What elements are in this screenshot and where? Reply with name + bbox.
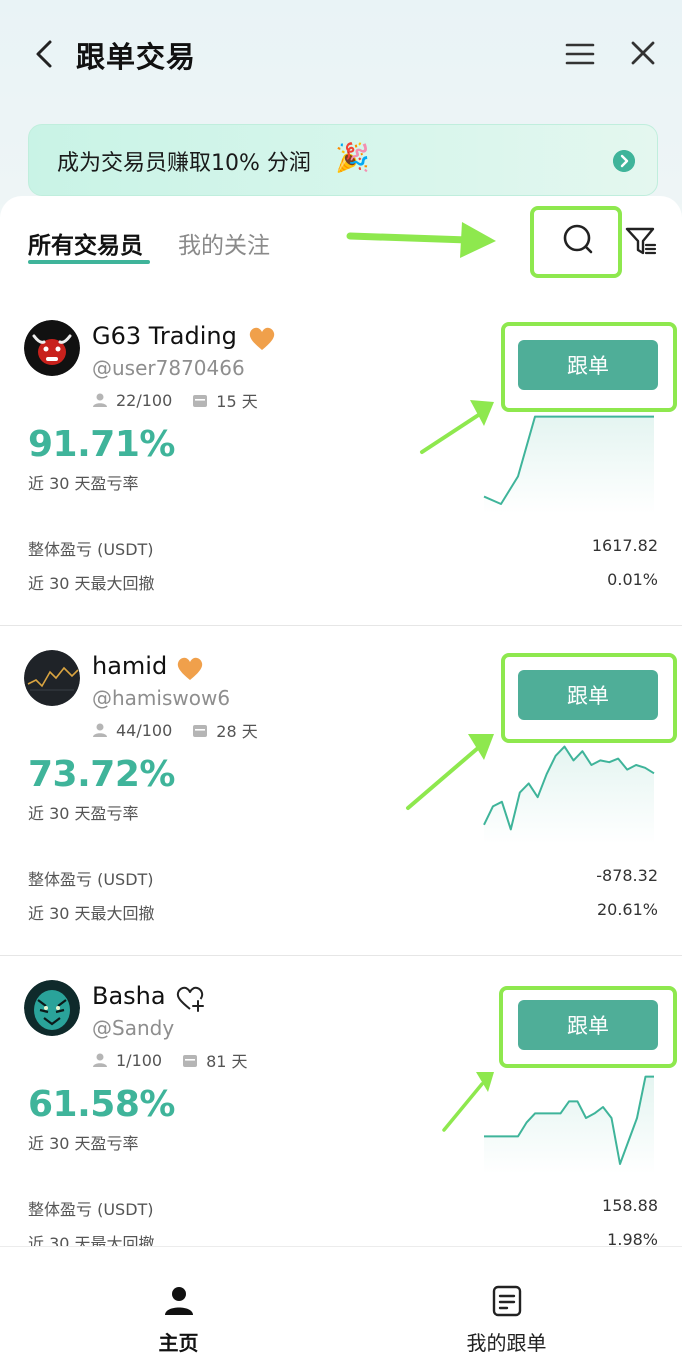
document-icon (492, 1285, 521, 1317)
total-pnl-label: 整体盈亏 (USDT) (28, 1200, 154, 1219)
promo-text: 成为交易员赚取10% 分润 (57, 151, 311, 176)
sparkline-area (484, 746, 654, 844)
trader-card: G63 Trading @user7870466 22/100 15 天 91.… (0, 296, 682, 626)
trader-name[interactable]: G63 Trading (92, 322, 237, 350)
max-drawdown-value: 0.01% (607, 570, 658, 589)
trader-meta: 44/100 28 天 (92, 718, 258, 742)
roi-label: 近 30 天盈亏率 (28, 474, 139, 493)
heart-filled-icon[interactable] (176, 656, 204, 682)
follow-button[interactable]: 跟单 (518, 340, 658, 390)
trader-card: hamid @hamiswow6 44/100 28 天 73.72% 近 30… (0, 626, 682, 956)
trader-handle: @Sandy (92, 1016, 175, 1040)
total-pnl-label: 整体盈亏 (USDT) (28, 870, 154, 889)
max-drawdown-label: 近 30 天最大回撤 (28, 904, 155, 923)
total-pnl-value: -878.32 (596, 866, 658, 885)
bottom-nav: 主页 我的跟单 (0, 1246, 682, 1362)
close-icon[interactable] (628, 38, 658, 68)
trader-avatar[interactable] (24, 980, 80, 1036)
trader-meta: 1/100 81 天 (92, 1048, 248, 1072)
user-icon (93, 1053, 107, 1067)
user-icon (93, 393, 107, 407)
trading-days: 15 天 (216, 392, 258, 411)
max-drawdown-value: 20.61% (596, 900, 658, 919)
sparkline-area (484, 1076, 654, 1174)
follower-count: 44/100 (116, 720, 173, 740)
nav-my-copy-trades-label: 我的跟单 (466, 1331, 547, 1355)
follow-button[interactable]: 跟单 (518, 1000, 658, 1050)
heart-filled-icon[interactable] (248, 326, 276, 352)
promo-banner[interactable]: 成为交易员赚取10% 分润 🎉 (28, 124, 658, 196)
roi-value: 91.71% (28, 424, 175, 465)
follower-count: 1/100 (116, 1050, 163, 1070)
pnl-sparkline (483, 415, 654, 514)
trader-name[interactable]: Basha (92, 982, 166, 1010)
tab-my-follows[interactable]: 我的关注 (178, 226, 270, 260)
trader-avatar[interactable] (24, 320, 80, 376)
follow-button[interactable]: 跟单 (518, 670, 658, 720)
total-pnl-value: 158.88 (602, 1196, 658, 1215)
roi-value: 61.58% (28, 1084, 175, 1125)
search-icon[interactable] (560, 222, 596, 258)
follower-count: 22/100 (116, 390, 173, 410)
trader-name[interactable]: hamid (92, 652, 167, 680)
active-tab-indicator (28, 260, 150, 264)
calendar-icon (193, 725, 208, 737)
total-pnl-value: 1617.82 (591, 536, 658, 555)
trader-avatar[interactable] (24, 650, 80, 706)
max-drawdown-label: 近 30 天最大回撤 (28, 574, 155, 593)
roi-label: 近 30 天盈亏率 (28, 804, 139, 823)
trader-meta: 22/100 15 天 (92, 388, 258, 412)
person-icon (164, 1287, 193, 1315)
menu-icon[interactable] (564, 38, 596, 70)
pnl-sparkline (483, 745, 655, 844)
trader-card: Basha @Sandy 1/100 81 天 61.58% 近 30 天盈亏率… (0, 956, 682, 1286)
trading-days: 28 天 (216, 722, 258, 741)
top-bar: 跟单交易 (0, 0, 682, 110)
party-popper-icon: 🎉 (335, 141, 370, 174)
nav-home[interactable]: 主页 (8, 1247, 349, 1362)
nav-home-label: 主页 (158, 1331, 199, 1355)
roi-label: 近 30 天盈亏率 (28, 1134, 139, 1153)
chevron-right-icon (613, 150, 635, 172)
nav-my-copy-trades[interactable]: 我的跟单 (336, 1247, 677, 1362)
calendar-icon (193, 395, 208, 407)
user-icon (93, 723, 107, 737)
trader-list-panel: 所有交易员 我的关注 G63 Trading @user7870466 22/1… (0, 196, 682, 1362)
sparkline-area (484, 416, 654, 514)
trader-handle: @user7870466 (92, 356, 245, 380)
trading-days: 81 天 (206, 1052, 248, 1071)
trader-handle: @hamiswow6 (92, 686, 231, 710)
page-title: 跟单交易 (76, 40, 197, 74)
calendar-icon (183, 1055, 198, 1067)
pnl-sparkline (484, 1075, 654, 1174)
heart-add-icon[interactable] (176, 986, 204, 1012)
filter-icon[interactable] (624, 224, 658, 258)
roi-value: 73.72% (28, 754, 175, 795)
tab-all-traders[interactable]: 所有交易员 (28, 226, 143, 260)
back-arrow-icon[interactable] (30, 36, 60, 72)
total-pnl-label: 整体盈亏 (USDT) (28, 540, 154, 559)
